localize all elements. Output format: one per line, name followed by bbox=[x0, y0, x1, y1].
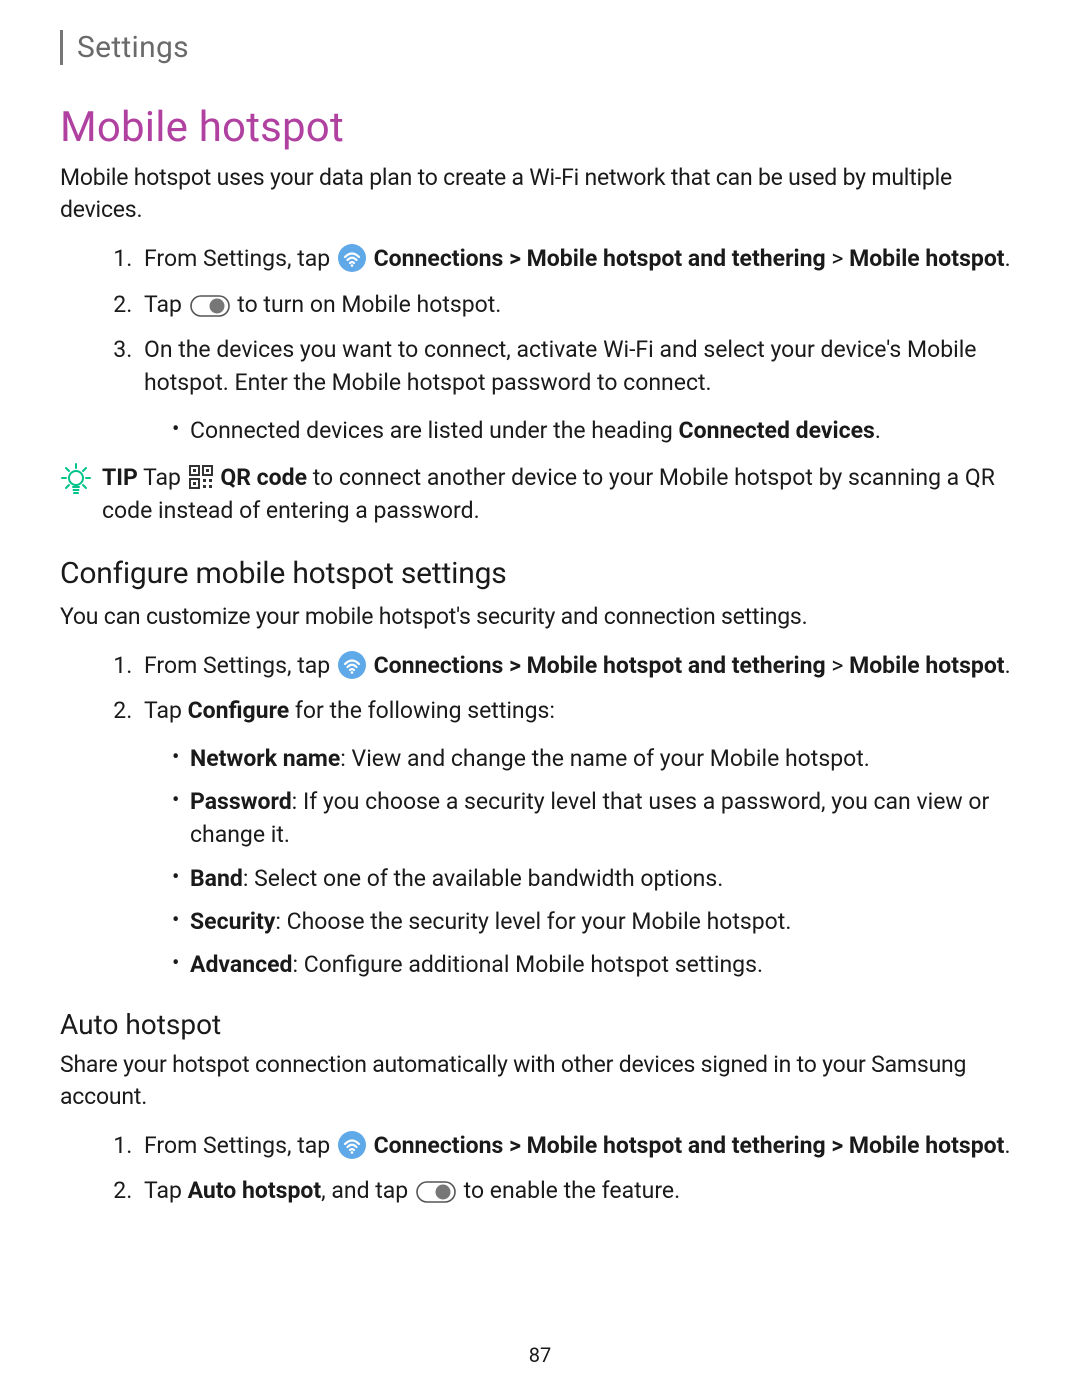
configure-step-1: From Settings, tap Connections > Mobile … bbox=[138, 649, 1020, 682]
intro-text: Mobile hotspot uses your data plan to cr… bbox=[60, 162, 1020, 226]
page-number: 87 bbox=[529, 1343, 551, 1367]
opt-advanced: Advanced: Configure additional Mobile ho… bbox=[172, 948, 1020, 981]
auto-steps-list: From Settings, tap Connections > Mobile … bbox=[138, 1129, 1020, 1208]
tip-text: TIP Tap QR code to connect another devic… bbox=[102, 461, 1020, 528]
page-title: Mobile hotspot bbox=[60, 103, 1020, 152]
configure-heading: Configure mobile hotspot settings bbox=[60, 556, 1020, 591]
auto-intro: Share your hotspot connection automatica… bbox=[60, 1049, 1020, 1113]
configure-steps-list: From Settings, tap Connections > Mobile … bbox=[138, 649, 1020, 982]
tip-block: TIP Tap QR code to connect another devic… bbox=[60, 461, 1020, 528]
header-breadcrumb: Settings bbox=[60, 30, 1020, 65]
connections-icon bbox=[338, 244, 366, 272]
auto-step-1: From Settings, tap Connections > Mobile … bbox=[138, 1129, 1020, 1162]
opt-band: Band: Select one of the available bandwi… bbox=[172, 862, 1020, 895]
connections-icon bbox=[338, 651, 366, 679]
auto-heading: Auto hotspot bbox=[60, 1008, 1020, 1041]
step-1: From Settings, tap Connections > Mobile … bbox=[138, 242, 1020, 275]
step-2: Tap to turn on Mobile hotspot. bbox=[138, 288, 1020, 321]
main-steps-list: From Settings, tap Connections > Mobile … bbox=[138, 242, 1020, 447]
step-3-sublist: Connected devices are listed under the h… bbox=[172, 414, 1020, 447]
auto-step-2: Tap Auto hotspot, and tap to enable the … bbox=[138, 1174, 1020, 1207]
lightbulb-icon bbox=[60, 463, 92, 495]
toggle-off-icon bbox=[416, 1181, 456, 1203]
step-3: On the devices you want to connect, acti… bbox=[138, 333, 1020, 447]
configure-intro: You can customize your mobile hotspot's … bbox=[60, 601, 1020, 633]
connections-icon bbox=[338, 1131, 366, 1159]
configure-options-list: Network name: View and change the name o… bbox=[172, 742, 1020, 982]
breadcrumb-text: Settings bbox=[77, 30, 189, 65]
opt-network-name: Network name: View and change the name o… bbox=[172, 742, 1020, 775]
configure-step-2: Tap Configure for the following settings… bbox=[138, 694, 1020, 981]
toggle-off-icon bbox=[190, 295, 230, 317]
opt-security: Security: Choose the security level for … bbox=[172, 905, 1020, 938]
opt-password: Password: If you choose a security level… bbox=[172, 785, 1020, 852]
step-3-sub-item: Connected devices are listed under the h… bbox=[172, 414, 1020, 447]
qr-icon bbox=[189, 465, 213, 489]
